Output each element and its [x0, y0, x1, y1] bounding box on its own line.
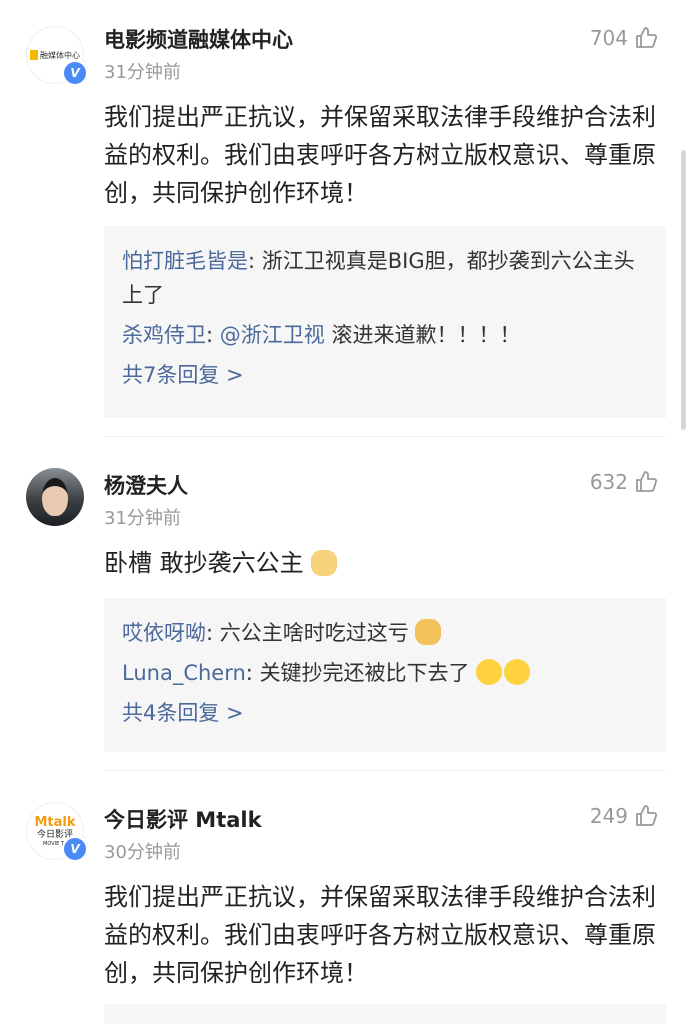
thumbs-up-icon	[636, 27, 658, 48]
reply-text: 关键抄完还被比下去了	[259, 661, 470, 685]
reply-separator: :	[248, 249, 262, 273]
timestamp: 31分钟前	[104, 508, 181, 529]
reply-text: 滚进来道歉！！！！	[324, 323, 521, 347]
divider	[104, 436, 666, 437]
scrollbar[interactable]	[681, 150, 686, 430]
doge-emoji-icon	[311, 550, 338, 576]
username[interactable]: 今日影评 Mtalk	[104, 804, 262, 834]
avatar-face	[42, 478, 68, 516]
laughing-tears-emoji-icon	[476, 659, 503, 685]
like-count: 249	[589, 804, 628, 828]
divider	[104, 770, 666, 771]
reply-item: Luna_Chern: 关键抄完还被比下去了	[122, 656, 648, 690]
reply-text: 六公主啥时吃过这亏	[219, 621, 409, 645]
avatar[interactable]: Mtalk 今日影评 MOVIE TA V	[26, 802, 88, 862]
comment-text: 我们提出严正抗议，并保留采取法律手段维护合法利益的权利。我们由衷呼吁各方树立版权…	[104, 883, 656, 987]
verified-badge-icon: V	[62, 60, 88, 86]
verified-badge-icon: V	[62, 836, 88, 862]
reply-author[interactable]: 怕打脏毛皆是	[122, 249, 248, 273]
reply-author[interactable]: 哎依呀呦	[122, 621, 206, 645]
replies-box: 哎依呀呦: 六公主啥时吃过这亏 Luna_Chern: 关键抄完还被比下去了 共…	[104, 598, 666, 752]
like-count: 632	[589, 470, 628, 494]
like-count: 704	[589, 26, 628, 50]
like-button[interactable]: 632	[590, 470, 658, 494]
logo-mark	[30, 50, 38, 60]
avatar[interactable]: 融媒体中心 V	[26, 26, 88, 86]
reply-author[interactable]: 杀鸡侍卫	[122, 323, 206, 347]
reply-item: 杀鸡侍卫: @浙江卫视 滚进来道歉！！！！	[122, 318, 648, 352]
doge-emoji-icon	[415, 619, 442, 645]
timestamp: 30分钟前	[104, 842, 181, 863]
like-button[interactable]: 249	[590, 804, 658, 828]
avatar-logo-mark: Mtalk	[34, 814, 76, 830]
avatar-logo-text: 融媒体中心	[40, 50, 80, 60]
replies-box	[104, 1004, 666, 1024]
reply-item: 怕打脏毛皆是: 浙江卫视真是BIG胆，都抄袭到六公主头上了	[122, 244, 648, 312]
comment-text-content: 卧槽 敢抄袭六公主	[104, 549, 304, 577]
avatar[interactable]	[26, 468, 84, 526]
replies-box: 怕打脏毛皆是: 浙江卫视真是BIG胆，都抄袭到六公主头上了 杀鸡侍卫: @浙江卫…	[104, 226, 666, 418]
view-more-replies[interactable]: 共4条回复 >	[122, 696, 648, 730]
username[interactable]: 杨澄夫人	[104, 470, 188, 500]
mention-link[interactable]: @浙江卫视	[220, 323, 325, 347]
view-more-replies[interactable]: 共7条回复 >	[122, 358, 648, 392]
reply-separator: :	[245, 661, 260, 685]
laughing-tears-emoji-icon	[504, 659, 531, 685]
thumbs-up-icon	[636, 471, 658, 492]
comment-text: 卧槽 敢抄袭六公主	[104, 544, 664, 582]
reply-item: 哎依呀呦: 六公主啥时吃过这亏	[122, 616, 648, 650]
thumbs-up-icon	[636, 805, 658, 826]
reply-separator: :	[206, 621, 220, 645]
comment-text: 我们提出严正抗议，并保留采取法律手段维护合法利益的权利。我们由衷呼吁各方树立版权…	[104, 103, 656, 207]
username[interactable]: 电影频道融媒体中心	[104, 24, 293, 54]
reply-separator: :	[206, 323, 220, 347]
timestamp: 31分钟前	[104, 62, 181, 83]
like-button[interactable]: 704	[590, 26, 658, 50]
reply-author[interactable]: Luna_Chern	[122, 661, 246, 685]
